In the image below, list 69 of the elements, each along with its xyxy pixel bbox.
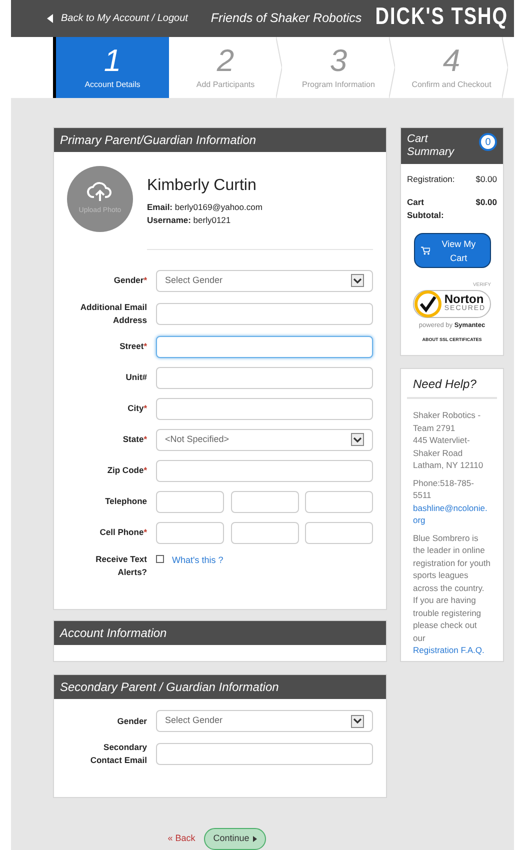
- field-label: Zip Code: [107, 465, 144, 475]
- dropdown-caret-icon: [351, 433, 364, 446]
- required-mark: *: [144, 465, 147, 475]
- phone-field[interactable]: [230, 490, 298, 512]
- step-tab[interactable]: 1 Account Details: [56, 37, 169, 98]
- view-cart-button[interactable]: View My Cart: [414, 233, 490, 268]
- help-phone: Phone:518-785-5511: [413, 476, 475, 502]
- text-field[interactable]: [156, 366, 373, 388]
- help-email-link[interactable]: bashline@ncolonie.org: [413, 502, 491, 527]
- help-address: Shaker Robotics - Team 2791 445 Watervliet-Shaker Road Latham, NY 12110: [413, 409, 484, 472]
- select-field[interactable]: Select Gender: [156, 270, 373, 292]
- required-mark: *: [144, 275, 147, 285]
- field-label: Street: [120, 341, 144, 351]
- field-label: Additional Email Address: [80, 302, 147, 324]
- username-line: Username: berly0121: [147, 214, 232, 226]
- checkmark-seal-icon: [414, 290, 442, 318]
- email-line: Email: berly0169@yahoo.com: [147, 201, 264, 214]
- panel-header: Primary Parent/Guardian Information: [54, 128, 386, 152]
- cart-line-amount: $0.00: [476, 196, 497, 209]
- field-label: Gender: [117, 716, 147, 726]
- cart-line-label: Cart Subtotal:: [407, 196, 445, 222]
- whats-this-link[interactable]: What's this ?: [172, 554, 224, 567]
- cloud-upload-icon: [87, 181, 113, 204]
- field-label: Receive Text Alerts?: [96, 554, 147, 576]
- panel-header: Secondary Parent / Guardian Information: [54, 675, 386, 699]
- cart-count: 0: [479, 133, 497, 151]
- cart-icon: [420, 246, 430, 256]
- select-field[interactable]: <Not Specified>: [156, 428, 373, 450]
- required-mark: *: [144, 527, 147, 537]
- dropdown-caret-icon: [351, 714, 364, 728]
- field-label: Gender: [114, 275, 144, 285]
- text-field[interactable]: [156, 398, 373, 420]
- help-text: Blue Sombrero is the leader in online registration for youth sports leagues across the country. If you are having trouble registering please check out our: [413, 532, 491, 644]
- cart-line-label: Registration:: [407, 173, 456, 186]
- help-title: Need Help?: [407, 375, 497, 400]
- faq-link[interactable]: Registration F.A.Q.: [413, 644, 491, 657]
- step-tab[interactable]: 2 Add Participants: [169, 37, 282, 98]
- field-label: Telephone: [105, 496, 147, 506]
- text-field[interactable]: [156, 336, 373, 358]
- cart-line-amount: $0.00: [476, 173, 497, 186]
- text-field[interactable]: [156, 743, 373, 765]
- text-field[interactable]: [156, 460, 373, 482]
- account-name: Kimberly Curtin: [147, 176, 258, 196]
- required-mark: *: [144, 403, 147, 413]
- field-label: City: [128, 403, 144, 413]
- back-arrow-icon: [47, 14, 53, 23]
- site-title: Friends of Shaker Robotics: [210, 10, 362, 28]
- field-label: State: [122, 434, 144, 444]
- logo: DICK'S TSHQ: [375, 3, 508, 33]
- field-label: Unit#: [126, 372, 147, 382]
- panel-header: Account Information: [54, 620, 386, 644]
- select-field[interactable]: Select Gender: [156, 710, 373, 732]
- checkbox[interactable]: [156, 554, 164, 562]
- phone-field[interactable]: [156, 522, 224, 544]
- phone-field[interactable]: [305, 522, 373, 544]
- required-mark: *: [144, 341, 147, 351]
- play-icon: [253, 836, 258, 842]
- cart-header: Cart Summary 0: [401, 128, 503, 164]
- phone-field[interactable]: [305, 490, 373, 512]
- dropdown-caret-icon: [351, 274, 364, 287]
- back-link[interactable]: Back to My Account / Logout: [61, 11, 188, 26]
- text-field[interactable]: [156, 302, 373, 324]
- continue-button[interactable]: Continue: [204, 828, 266, 850]
- back-button[interactable]: « Back: [168, 832, 196, 846]
- field-label: Cell Phone: [100, 527, 144, 537]
- phone-field[interactable]: [156, 490, 224, 512]
- field-label: Secondary Contact Email: [90, 742, 147, 765]
- required-mark: *: [144, 434, 147, 444]
- phone-field[interactable]: [230, 522, 298, 544]
